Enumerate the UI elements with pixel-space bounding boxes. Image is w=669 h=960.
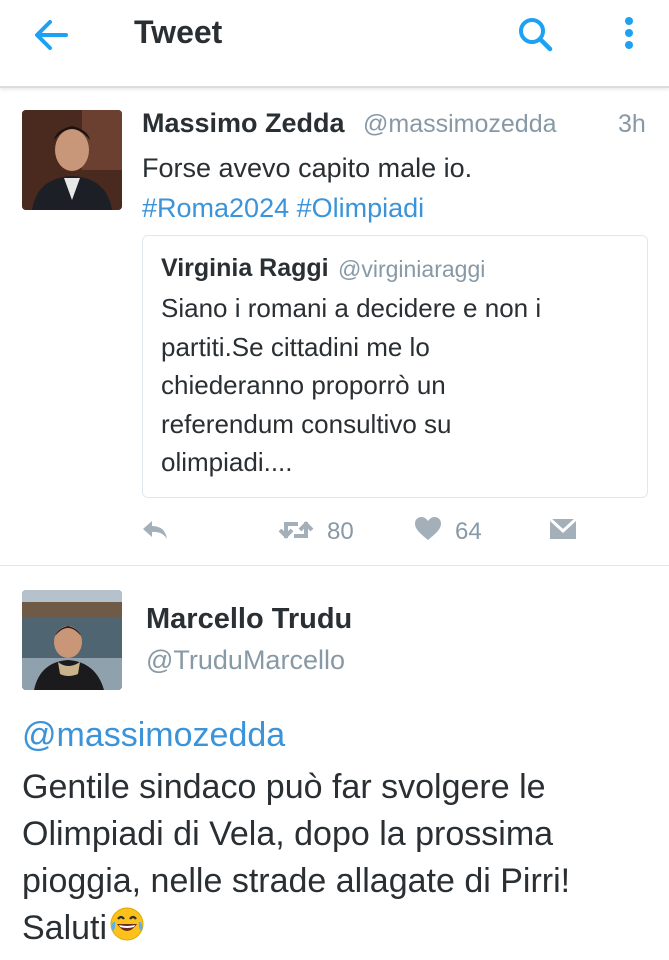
retweet-icon [278,521,314,539]
retweet-count: 80 [327,518,354,545]
hashtag-link[interactable]: #Olimpiadi [297,193,425,223]
quoted-tweet[interactable]: Virginia Raggi @virginiaraggi Siano i ro… [142,235,648,498]
author-handle[interactable]: @massimozedda [363,110,557,139]
tweet-text: Forse avevo capito male io. [142,153,473,183]
laughing-tears-emoji-icon [109,906,145,955]
avatar-photo [22,590,122,690]
envelope-icon [548,517,578,539]
more-options-button[interactable] [612,12,646,58]
back-button[interactable] [28,14,76,56]
tweet-actions: 80 64 [0,508,669,558]
avatar[interactable] [22,110,122,210]
author-name[interactable]: Marcello Trudu [146,603,352,636]
mention-link[interactable]: @massimozedda [22,716,285,755]
tweet-text-line: pioggia, nelle strade allagate di Pirri! [22,862,571,900]
heart-icon [415,517,441,540]
author-name[interactable]: Massimo Zedda [142,108,345,139]
direct-message-button[interactable] [548,516,578,547]
search-button[interactable] [512,12,558,58]
author-handle[interactable]: @TruduMarcello [146,645,345,676]
quoted-text-line: referendum consultivo su [161,408,452,439]
quoted-author-name: Virginia Raggi [161,254,329,282]
tweet-text-last-line: Saluti [22,905,652,955]
hashtag-link[interactable]: #Roma2024 [142,193,289,223]
top-bar: Tweet [0,0,669,88]
reply-icon [143,521,167,539]
quoted-tweet-text: Siano i romani a decidere e non i partit… [161,289,631,482]
avatar[interactable] [22,590,122,690]
retweet-button[interactable] [278,516,314,549]
timestamp: 3h [618,110,646,138]
tweet-text: Gentile sindaco può far svolgere le Olim… [22,764,652,955]
quoted-text-line: partiti.Se cittadini me lo [161,331,430,362]
hashtags: #Roma2024 #Olimpiadi [142,188,424,228]
reply-button[interactable] [140,516,170,549]
tweet-card[interactable]: Massimo Zedda @massimozedda 3h Forse ave… [0,88,669,566]
quoted-text-line: chiederanno proporrò un [161,370,446,400]
tweet-text-line: Olimpiadi di Vela, dopo la prossima [22,815,554,853]
arrow-left-icon [35,20,68,50]
like-button[interactable] [414,516,442,547]
quoted-author-handle: @virginiaraggi [338,256,486,282]
search-icon [519,18,553,52]
quoted-text-line: Siano i romani a decidere e non i [161,293,542,323]
avatar-photo [22,110,122,210]
more-vertical-icon [625,17,633,49]
tweet-text-line: Saluti [22,909,108,947]
quoted-text-line: olimpiadi.... [161,447,293,477]
tweet-text-line: Gentile sindaco può far svolgere le [22,768,546,806]
like-count: 64 [455,518,482,545]
page-title: Tweet [134,14,223,50]
